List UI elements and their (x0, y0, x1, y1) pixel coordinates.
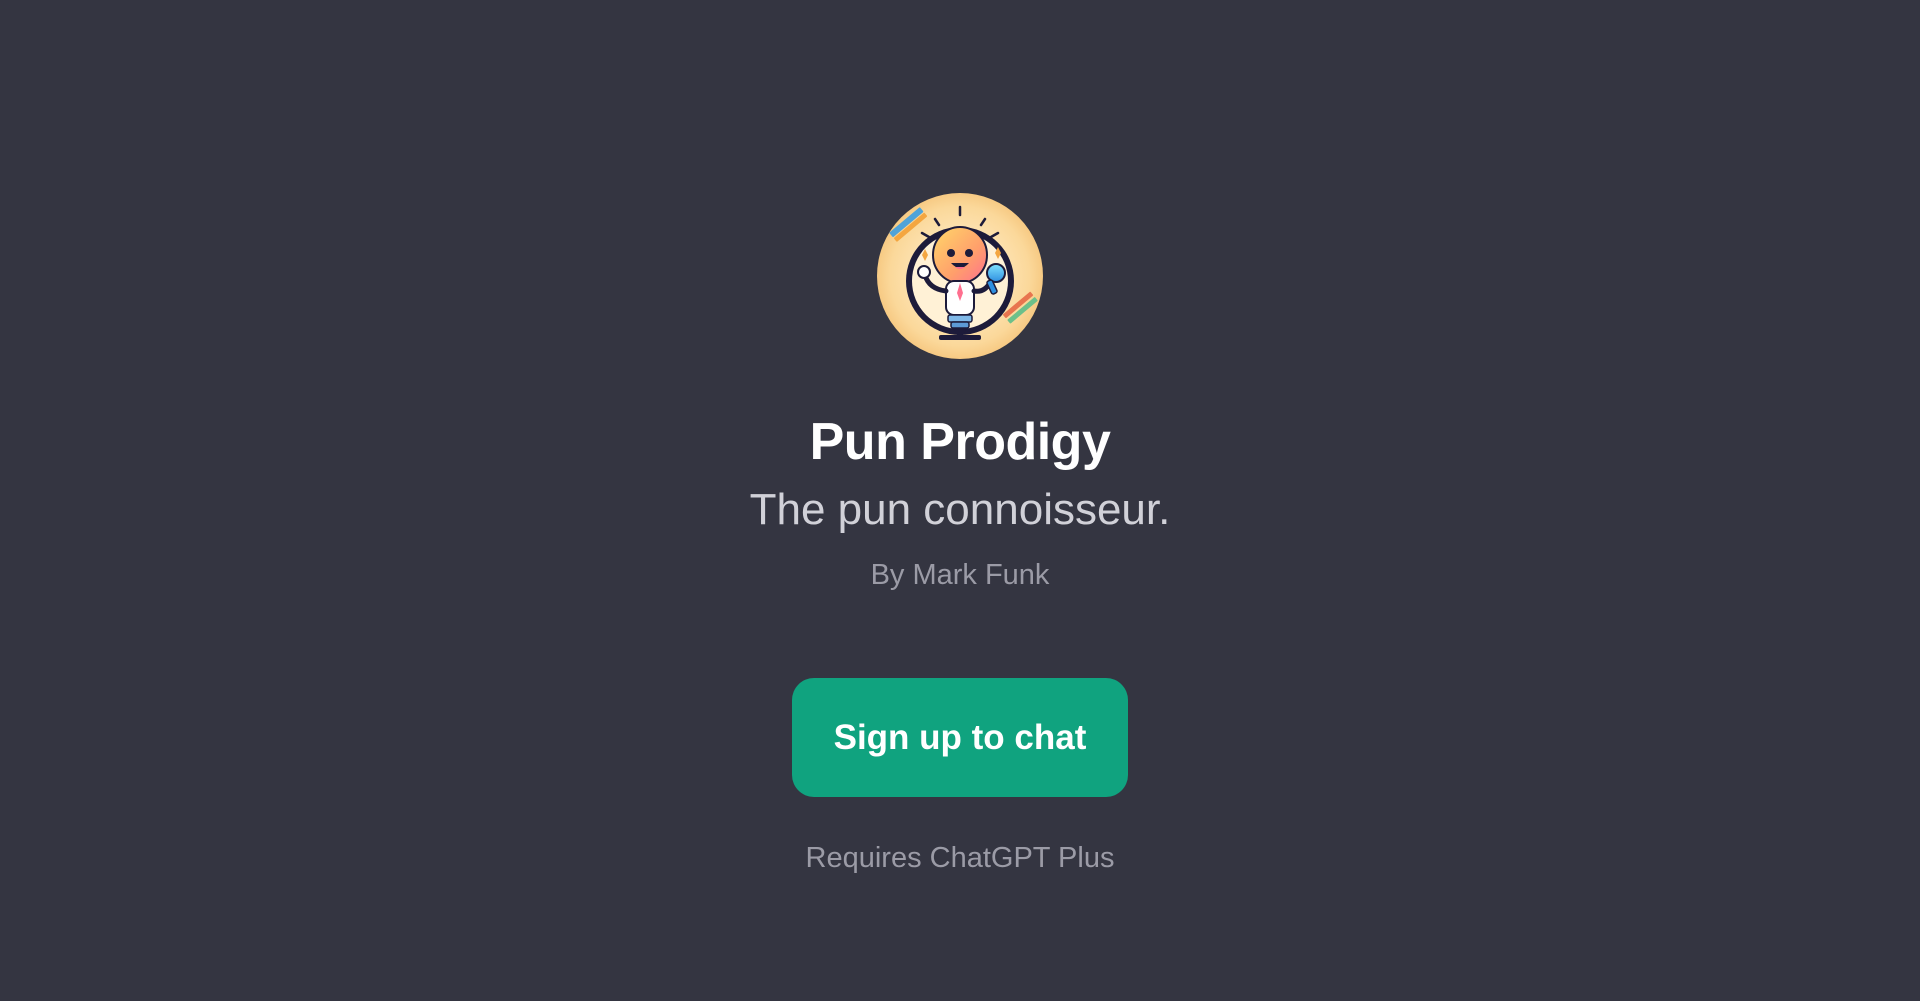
gpt-landing-page: Pun Prodigy The pun connoisseur. By Mark… (0, 0, 1920, 1001)
sign-up-button-label: Sign up to chat (833, 717, 1087, 757)
sign-up-to-chat-button[interactable]: Sign up to chat (792, 678, 1128, 797)
gpt-avatar (877, 193, 1043, 359)
gpt-description: The pun connoisseur. (749, 485, 1171, 534)
plan-requirement-note: Requires ChatGPT Plus (805, 842, 1115, 874)
gpt-author: By Mark Funk (870, 559, 1050, 591)
lightbulb-mascot-icon (877, 193, 1043, 359)
gpt-title: Pun Prodigy (809, 413, 1111, 471)
